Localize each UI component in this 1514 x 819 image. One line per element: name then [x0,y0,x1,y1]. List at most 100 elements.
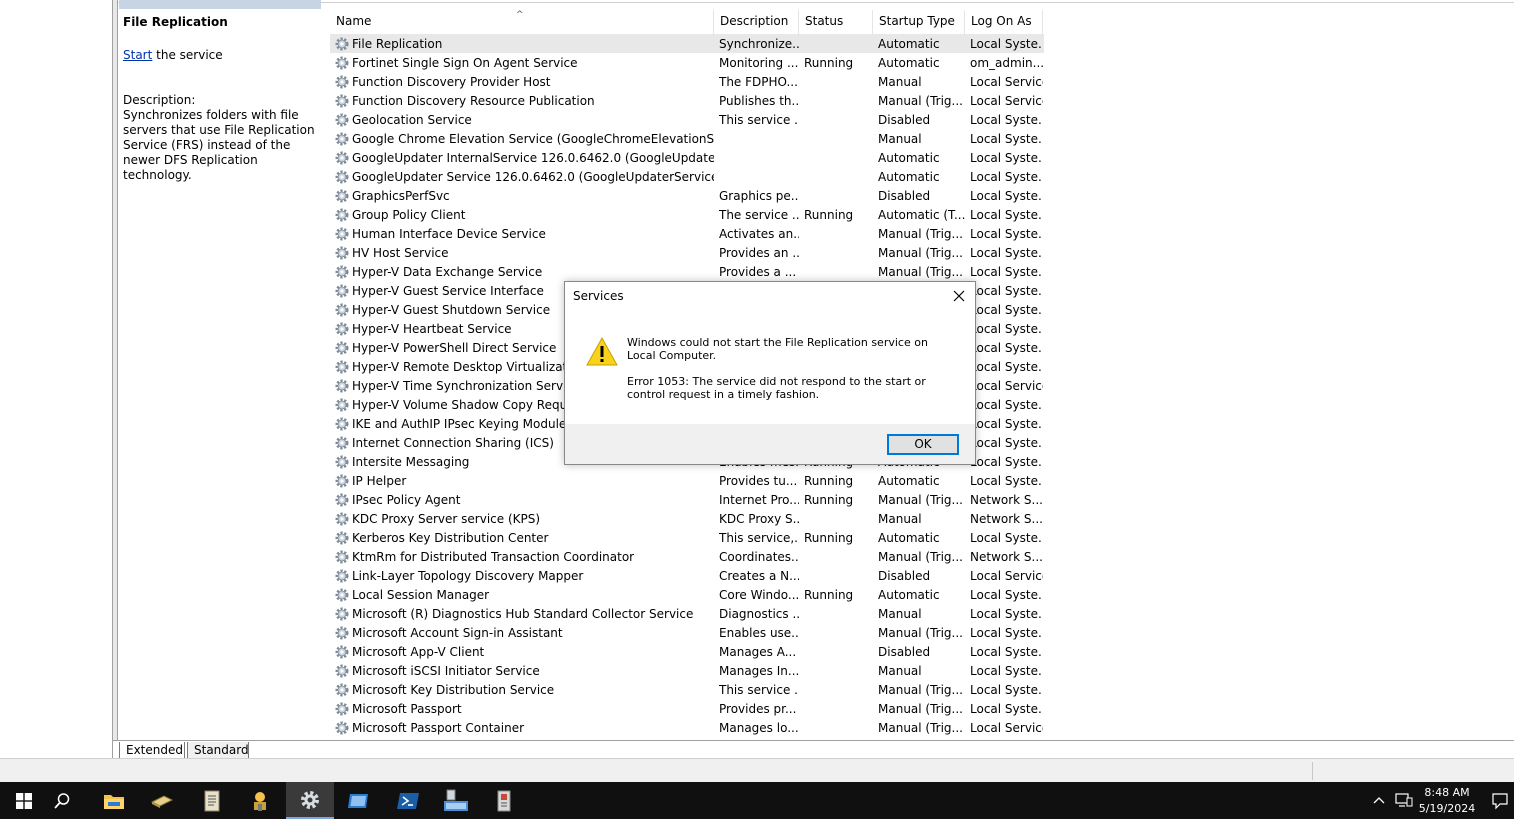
table-row[interactable]: Human Interface Device Service Activates … [330,224,1044,243]
service-name-cell: Kerberos Key Distribution Center [330,530,714,546]
gear-icon [335,360,349,373]
service-log-on-as: Local Service [970,74,1043,89]
taskbar-document[interactable] [188,782,236,819]
service-name-cell: GraphicsPerfSvc [330,188,714,204]
taskbar-services[interactable] [286,782,334,819]
gear-icon [335,455,349,468]
gear-icon [335,626,349,639]
service-name: Intersite Messaging [352,454,470,469]
service-name-cell: Function Discovery Provider Host [330,74,714,90]
table-row[interactable]: KDC Proxy Server service (KPS) KDC Proxy … [330,509,1044,528]
table-row[interactable]: Microsoft Passport Provides pr... Manual (… [330,699,1044,718]
service-name: Kerberos Key Distribution Center [352,530,549,545]
service-description: Monitoring ... [719,55,799,70]
service-description: Manages lo... [719,720,799,735]
taskbar-file-explorer[interactable] [90,782,138,819]
service-name-cell: Microsoft Passport Container [330,720,714,736]
status-divider [1312,762,1313,780]
service-startup-type: Disabled [878,568,931,583]
console-tree-pane[interactable] [0,0,113,758]
start-service-link[interactable]: Start [123,48,152,62]
description-label: Description: [123,93,196,107]
search-button[interactable] [38,782,86,819]
service-status: Running [804,207,854,222]
table-row[interactable]: Microsoft Passport Container Manages lo..… [330,718,1044,737]
column-header-startup-type[interactable]: Startup Type [873,10,965,34]
description-text: Synchronizes folders with file servers t… [123,108,315,182]
tab-extended[interactable]: Extended [119,742,185,759]
gear-icon [335,588,349,601]
service-log-on-as: Local Syste... [970,340,1043,355]
service-description: Diagnostics ... [719,606,799,621]
table-row[interactable]: File Replication Synchronize... Automatic L… [330,34,1044,53]
tab-standard[interactable]: Standard [187,742,249,759]
service-description: Publishes th... [719,93,799,108]
table-row[interactable]: Link-Layer Topology Discovery Mapper Crea… [330,566,1044,585]
network-icon[interactable] [1395,792,1413,808]
column-header-description[interactable]: Description [714,10,799,34]
table-row[interactable]: Microsoft Key Distribution Service This s… [330,680,1044,699]
server-manager-icon [150,794,174,808]
column-header-log-on-as[interactable]: Log On As [965,10,1043,34]
table-row[interactable]: Fortinet Single Sign On Agent Service Mon… [330,53,1044,72]
start-service-action: Start the service [123,48,223,62]
table-row[interactable]: IPsec Policy Agent Internet Pro... Running… [330,490,1044,509]
table-row[interactable]: Microsoft iSCSI Initiator Service Manages… [330,661,1044,680]
service-name: Human Interface Device Service [352,226,546,241]
column-header-status[interactable]: Status [799,10,873,34]
table-row[interactable]: GoogleUpdater Service 126.0.6462.0 (Goog… [330,167,1044,186]
service-name: Microsoft Passport [352,701,462,716]
taskbar-powershell[interactable] [384,782,432,819]
taskbar-remote-desktop[interactable] [334,782,382,819]
table-row[interactable]: Geolocation Service This service ... Disab… [330,110,1044,129]
table-row[interactable]: Function Discovery Resource Publication P… [330,91,1044,110]
ok-button[interactable]: OK [887,434,959,455]
taskbar-server-manager[interactable] [138,782,186,819]
service-name: HV Host Service [352,245,449,260]
service-startup-type: Disabled [878,188,931,203]
service-startup-type: Disabled [878,112,931,127]
service-description: Core Windo... [719,587,799,602]
service-name-cell: Microsoft Account Sign-in Assistant [330,625,714,641]
clock-date[interactable]: 5/19/2024 [1415,801,1479,817]
table-row[interactable]: Kerberos Key Distribution Center This ser… [330,528,1044,547]
list-header: Name ^ Description Status Startup Type L… [330,10,1044,34]
dialog-title-bar: Services [565,282,975,312]
service-startup-type: Manual (Trig... [878,93,963,108]
service-name: Microsoft App-V Client [352,644,485,659]
service-name-cell: Group Policy Client [330,207,714,223]
service-status: Running [804,473,854,488]
taskbar-utility[interactable] [480,782,528,819]
gear-icon [335,607,349,620]
clock-time[interactable]: 8:48 AM [1415,785,1479,801]
table-row[interactable]: Group Policy Client The service ... Runnin… [330,205,1044,224]
service-log-on-as: Network S... [970,549,1043,564]
table-row[interactable]: Microsoft App-V Client Manages A... Disabl… [330,642,1044,661]
gear-icon [335,702,349,715]
service-name-cell: Geolocation Service [330,112,714,128]
status-bar [0,758,1514,782]
service-description: Provides pr... [719,701,797,716]
table-row[interactable]: Google Chrome Elevation Service (GoogleC… [330,129,1044,148]
notification-icon[interactable] [1491,792,1509,810]
table-row[interactable]: GoogleUpdater InternalService 126.0.6462… [330,148,1044,167]
column-header-name[interactable]: Name ^ [330,10,714,34]
table-row[interactable]: HV Host Service Provides an ... Manual (Tr… [330,243,1044,262]
table-row[interactable]: GraphicsPerfSvc Graphics pe... Disabled Loc… [330,186,1044,205]
table-row[interactable]: KtmRm for Distributed Transaction Coordi… [330,547,1044,566]
taskbar-network-tool[interactable] [432,782,480,819]
table-row[interactable]: Microsoft (R) Diagnostics Hub Standard C… [330,604,1044,623]
service-startup-type: Automatic [878,150,940,165]
table-row[interactable]: Local Session Manager Core Windo... Runnin… [330,585,1044,604]
service-log-on-as: Local Service [970,720,1043,735]
close-icon[interactable] [951,288,967,304]
taskbar-user-tool[interactable] [236,782,284,819]
service-description: The service ... [719,207,799,222]
table-row[interactable]: Microsoft Account Sign-in Assistant Enabl… [330,623,1044,642]
service-log-on-as: Local Syste... [970,131,1043,146]
table-row[interactable]: IP Helper Provides tu... Running Automatic L… [330,471,1044,490]
chevron-up-icon[interactable] [1373,795,1385,805]
table-row[interactable]: Function Discovery Provider Host The FDPH… [330,72,1044,91]
service-name: IKE and AuthIP IPsec Keying Modules [352,416,573,431]
table-row[interactable]: Hyper-V Data Exchange Service Provides a … [330,262,1044,281]
